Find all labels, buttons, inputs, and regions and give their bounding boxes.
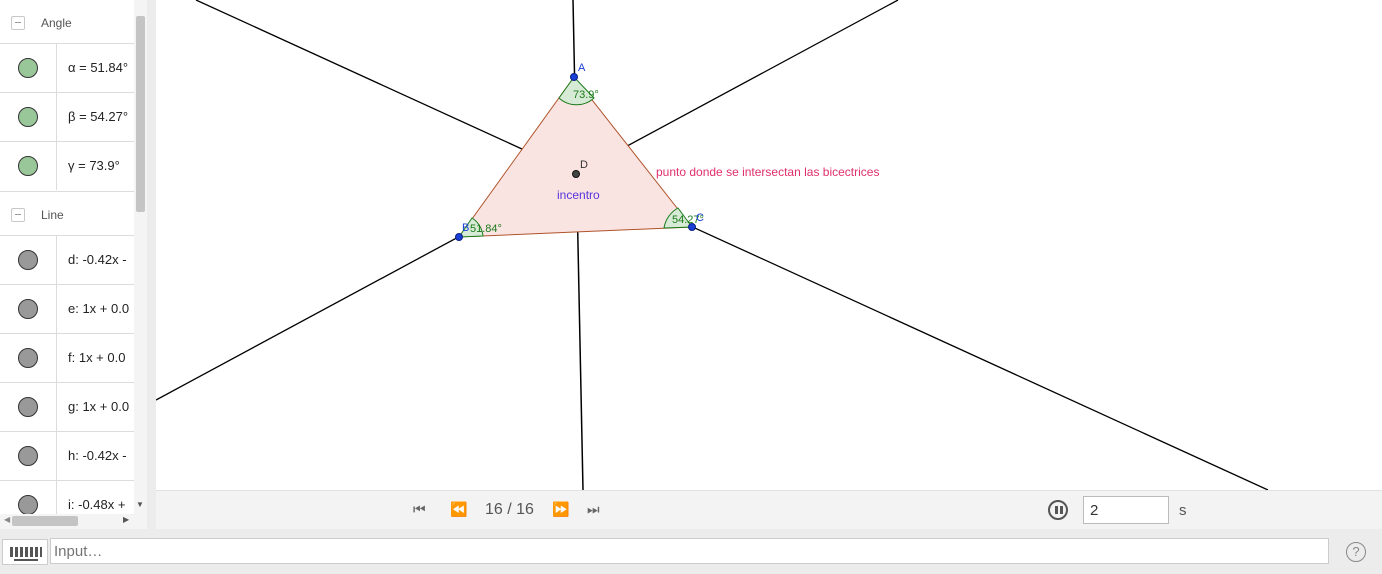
algebra-item-f[interactable]: f: 1x + 0.0 xyxy=(0,333,134,382)
incenter-label: incentro xyxy=(557,188,600,202)
next-step-button[interactable]: ⏩ xyxy=(552,501,569,518)
scroll-right-arrow-icon[interactable]: ▶ xyxy=(123,515,129,524)
visibility-toggle[interactable] xyxy=(18,58,38,78)
pause-button[interactable] xyxy=(1048,500,1068,520)
visibility-toggle[interactable] xyxy=(18,495,38,514)
point-c[interactable] xyxy=(688,223,696,231)
keyboard-icon[interactable] xyxy=(2,539,48,565)
algebra-item-i[interactable]: i: -0.48x + xyxy=(0,480,134,514)
view-divider[interactable] xyxy=(147,0,156,529)
point-a[interactable] xyxy=(570,73,578,81)
input-bar: ? xyxy=(0,529,1382,574)
annotation-text: punto donde se intersectan las bicectric… xyxy=(656,165,879,179)
keyboard-spacebar xyxy=(14,559,38,561)
algebra-item-g[interactable]: g: 1x + 0.0 xyxy=(0,382,134,431)
algebra-item-text[interactable]: γ = 73.9° xyxy=(68,158,120,173)
marble-cell xyxy=(0,383,57,431)
algebra-item-d[interactable]: d: -0.42x - xyxy=(0,235,134,284)
visibility-toggle[interactable] xyxy=(18,446,38,466)
point-label-b: B xyxy=(462,222,469,234)
previous-step-button[interactable]: ⏪ xyxy=(450,501,467,518)
marble-cell xyxy=(0,93,57,141)
algebra-item-text[interactable]: f: 1x + 0.0 xyxy=(68,350,125,365)
visibility-toggle[interactable] xyxy=(18,156,38,176)
group-header-line[interactable]: Line xyxy=(0,191,134,238)
visibility-toggle[interactable] xyxy=(18,299,38,319)
angle-label-gamma: 73.9° xyxy=(573,89,599,101)
group-label: Line xyxy=(41,208,64,222)
scroll-left-arrow-icon[interactable]: ◀ xyxy=(4,515,10,524)
algebra-item-text[interactable]: α = 51.84° xyxy=(68,60,128,75)
animation-bar: ⏮ ⏪ 16 / 16 ⏩ ⏭ s xyxy=(156,490,1382,530)
help-icon[interactable]: ? xyxy=(1346,542,1366,562)
point-label-c: C xyxy=(696,212,704,224)
speed-unit: s xyxy=(1179,502,1187,519)
horizontal-scroll-thumb[interactable] xyxy=(12,516,78,526)
algebra-item-e[interactable]: e: 1x + 0.0 xyxy=(0,284,134,333)
marble-cell xyxy=(0,481,57,514)
algebra-item-text[interactable]: i: -0.48x + xyxy=(68,497,125,512)
visibility-toggle[interactable] xyxy=(18,107,38,127)
algebra-item-text[interactable]: e: 1x + 0.0 xyxy=(68,301,129,316)
graphics-view[interactable]: 73.9° 51.84° 54.27° A B C D incentro pun… xyxy=(156,0,1382,490)
keyboard-keys xyxy=(10,547,42,557)
group-header-angle[interactable]: Angle xyxy=(0,0,134,46)
marble-cell xyxy=(0,432,57,480)
bisector-line-d[interactable] xyxy=(195,0,1269,490)
point-b[interactable] xyxy=(455,233,463,241)
algebra-item-text[interactable]: g: 1x + 0.0 xyxy=(68,399,129,414)
marble-cell xyxy=(0,44,57,92)
visibility-toggle[interactable] xyxy=(18,348,38,368)
marble-cell xyxy=(0,142,57,190)
marble-cell xyxy=(0,285,57,333)
algebra-item-text[interactable]: d: -0.42x - xyxy=(68,252,127,267)
input-field[interactable] xyxy=(50,538,1329,564)
visibility-toggle[interactable] xyxy=(18,397,38,417)
visibility-toggle[interactable] xyxy=(18,250,38,270)
marble-cell xyxy=(0,334,57,382)
algebra-view: Angle α = 51.84° β = 54.27° γ = 73.9° Li… xyxy=(0,0,134,514)
algebra-item-gamma[interactable]: γ = 73.9° xyxy=(0,141,134,190)
group-label: Angle xyxy=(41,16,72,30)
vertical-scroll-thumb[interactable] xyxy=(136,16,145,212)
point-label-d: D xyxy=(580,159,588,171)
angle-label-alpha: 51.84° xyxy=(470,223,502,235)
point-label-a: A xyxy=(578,62,586,74)
point-d-incenter[interactable] xyxy=(572,170,580,178)
algebra-item-h[interactable]: h: -0.42x - xyxy=(0,431,134,480)
collapse-icon[interactable] xyxy=(11,16,25,30)
step-counter: 16 / 16 xyxy=(485,501,534,518)
first-step-button[interactable]: ⏮ xyxy=(413,501,426,518)
scroll-down-arrow-icon[interactable]: ▼ xyxy=(136,500,144,509)
collapse-icon[interactable] xyxy=(11,208,25,222)
marble-cell xyxy=(0,236,57,284)
last-step-button[interactable]: ⏭ xyxy=(587,501,600,518)
algebra-item-beta[interactable]: β = 54.27° xyxy=(0,92,134,141)
algebra-item-text[interactable]: β = 54.27° xyxy=(68,109,128,124)
speed-input[interactable] xyxy=(1083,496,1169,524)
algebra-item-text[interactable]: h: -0.42x - xyxy=(68,448,127,463)
algebra-item-alpha[interactable]: α = 51.84° xyxy=(0,43,134,92)
geometry-canvas[interactable]: 73.9° 51.84° 54.27° A B C D incentro pun… xyxy=(156,0,1382,490)
